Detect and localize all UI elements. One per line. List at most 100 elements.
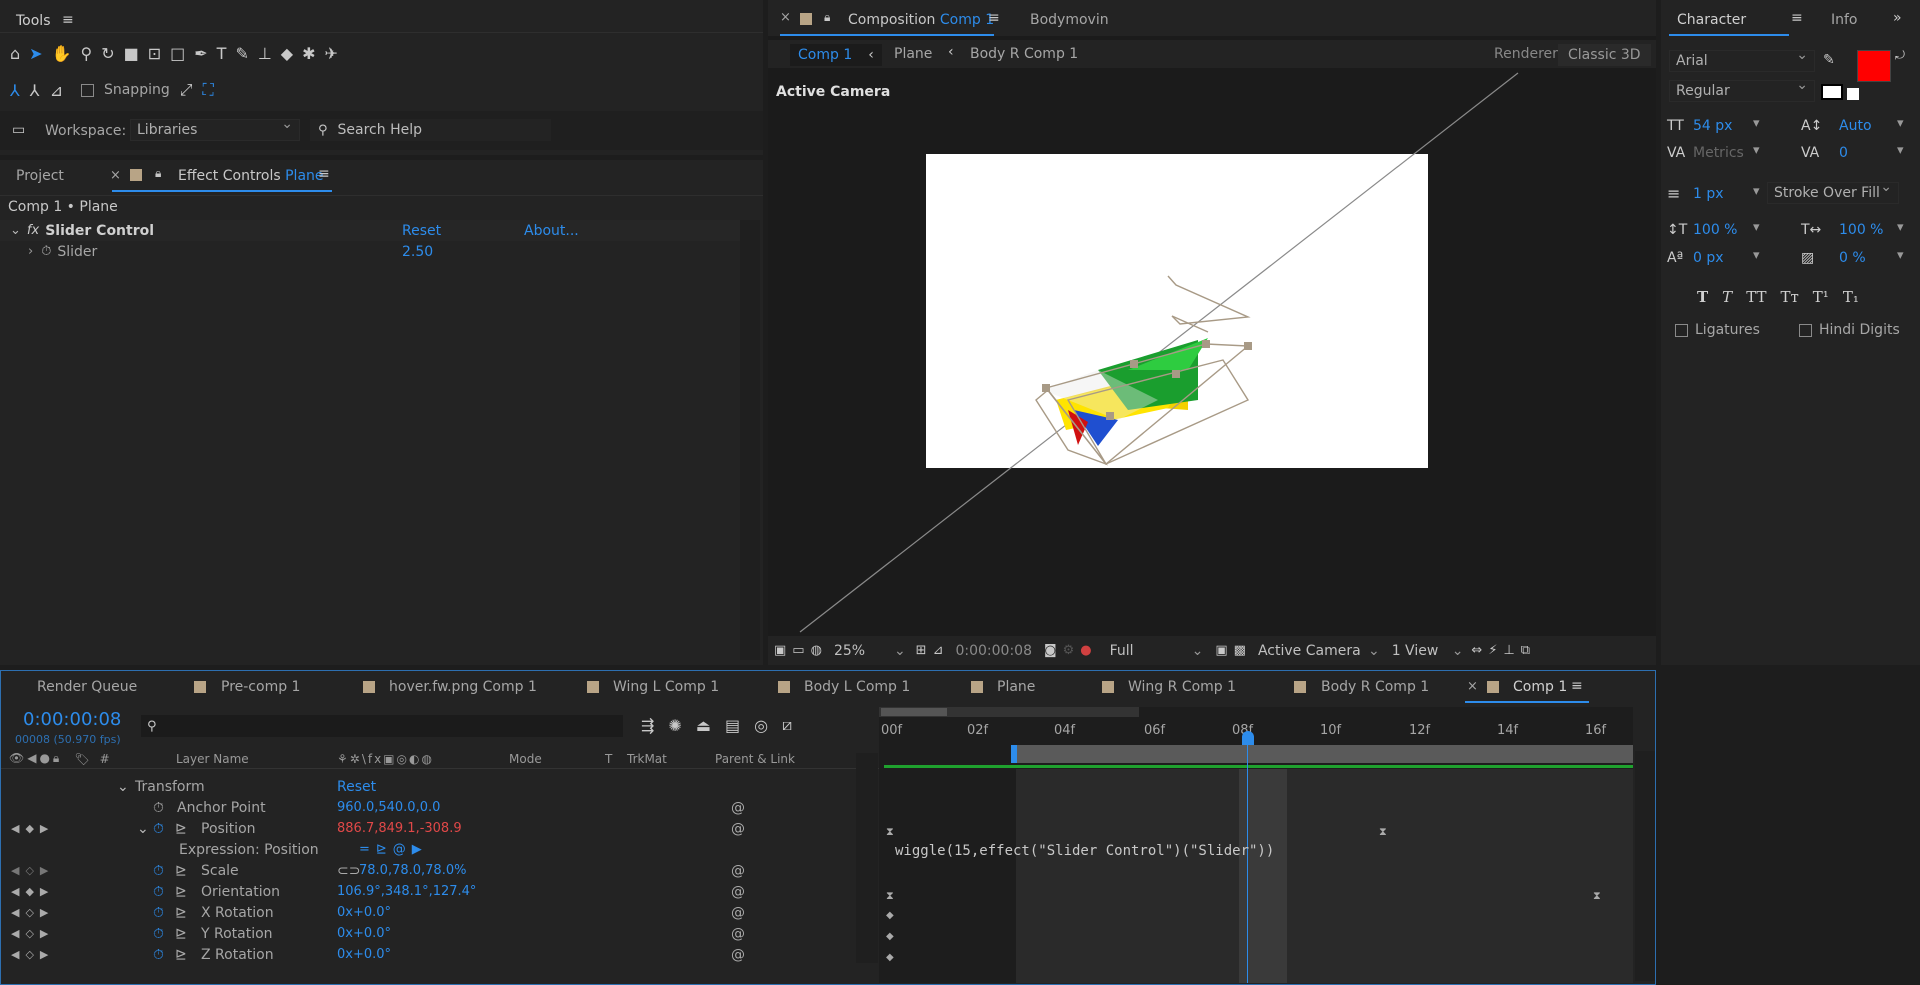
prop-value[interactable]: 78.0,78.0,78.0% xyxy=(359,863,466,878)
col-trkmat[interactable]: TrkMat xyxy=(627,752,667,766)
lock-icon[interactable]: 🔒︎ xyxy=(155,166,161,181)
tab-project[interactable]: Project xyxy=(16,168,64,184)
comp-viewer[interactable] xyxy=(768,70,1656,636)
keyframe-icon[interactable]: ⧗ xyxy=(1379,825,1387,839)
pickwhip-icon[interactable]: @ xyxy=(731,863,745,879)
stopwatch-icon[interactable]: ⏱ xyxy=(153,800,164,816)
keyframe-icon[interactable]: ◆ xyxy=(886,931,894,942)
tab-wing-l[interactable]: Wing L Comp 1 xyxy=(613,671,719,703)
link-icon[interactable]: ⊂⊃ xyxy=(337,863,360,879)
eyedropper-icon[interactable]: ✎ xyxy=(1823,52,1835,68)
time-ruler[interactable]: 00f 02f 04f 06f 08f 10f 12f 14f 16f xyxy=(879,719,1633,741)
camera-tool-icon[interactable]: ■ xyxy=(124,44,139,63)
font-family-dropdown[interactable]: Arial xyxy=(1669,47,1815,72)
graph-icon[interactable]: ⊵ xyxy=(175,884,187,900)
rectangle-tool-icon[interactable]: □ xyxy=(170,44,185,63)
keyframe-nav[interactable]: ◀◇▶ xyxy=(11,906,54,919)
mask-icon[interactable]: ◍ xyxy=(811,643,822,658)
close-icon[interactable]: × xyxy=(780,10,791,25)
keyframe-icon[interactable]: ⧗ xyxy=(886,825,894,839)
collapse-arrow-icon[interactable]: › xyxy=(28,244,33,259)
stopwatch-icon[interactable]: ⏱ xyxy=(153,863,164,879)
faux-bold-button[interactable]: T xyxy=(1697,288,1708,306)
expand-arrow-icon[interactable]: ⌄ xyxy=(10,223,21,238)
local-axis-icon[interactable]: ⅄ xyxy=(10,81,20,100)
keyframe-icon[interactable]: ⧗ xyxy=(886,889,894,903)
playhead-line[interactable] xyxy=(1247,743,1248,983)
close-icon[interactable]: × xyxy=(110,168,121,183)
pickwhip-icon[interactable]: @ xyxy=(731,821,745,837)
leading-value[interactable]: Auto xyxy=(1839,118,1872,134)
about-link[interactable]: About... xyxy=(524,223,579,239)
pickwhip-icon[interactable]: @ xyxy=(731,947,745,963)
workspace-dropdown[interactable]: Libraries xyxy=(130,116,300,141)
stroke-width-value[interactable]: 1 px xyxy=(1693,186,1724,202)
show-snapshot-icon[interactable]: ⚙ xyxy=(1063,643,1075,658)
prop-value[interactable]: 0x+0.0° xyxy=(337,905,391,920)
panel-menu-icon[interactable]: ≡ xyxy=(318,166,330,182)
keyframe-nav[interactable]: ◀◆▶ xyxy=(11,885,54,898)
crumb-body-r[interactable]: Body R Comp 1 xyxy=(970,46,1078,62)
tracking-value[interactable]: 0 xyxy=(1839,145,1848,161)
monitor-icon[interactable]: ▭ xyxy=(792,643,804,658)
snap-options-icon[interactable]: ⤢ xyxy=(180,80,193,100)
time-graph[interactable]: 00f 02f 04f 06f 08f 10f 12f 14f 16f ⧗ ⧗ … xyxy=(879,707,1633,983)
subscript-button[interactable]: T₁ xyxy=(1843,288,1859,306)
pickwhip-icon[interactable]: @ xyxy=(731,884,745,900)
stopwatch-icon[interactable]: ⏱ xyxy=(153,926,164,942)
kerning-value[interactable]: Metrics xyxy=(1693,145,1744,161)
ligatures-checkbox[interactable] xyxy=(1675,324,1688,337)
tab-body-l[interactable]: Body L Comp 1 xyxy=(804,671,910,703)
zoom-dropdown[interactable]: 25% xyxy=(834,643,894,659)
graph-icon[interactable]: ⊵ xyxy=(175,947,187,963)
prop-value[interactable]: 960.0,540.0,0.0 xyxy=(337,800,440,815)
panel-menu-icon[interactable]: ≡ xyxy=(62,12,74,28)
transparency-grid-icon[interactable]: ▩ xyxy=(1234,643,1246,658)
graph-icon[interactable]: ⊵ xyxy=(175,863,187,879)
graph-editor-icon[interactable]: ⧄ xyxy=(782,715,792,735)
hindi-digits-checkbox[interactable] xyxy=(1799,324,1812,337)
lock-icon[interactable]: 🔒︎ xyxy=(824,10,830,25)
tab-wing-r[interactable]: Wing R Comp 1 xyxy=(1128,671,1236,703)
keyframe-icon[interactable]: ⧗ xyxy=(1593,889,1601,903)
zoom-tool-icon[interactable]: ⚲ xyxy=(80,44,92,63)
panel-menu-icon[interactable]: ≡ xyxy=(1571,678,1583,694)
draft-3d-icon[interactable]: ✺ xyxy=(668,715,681,735)
horizontal-scale-value[interactable]: 100 % xyxy=(1839,222,1883,238)
keyframe-nav[interactable]: ◀◆▶ xyxy=(11,822,54,835)
slider-value[interactable]: 2.50 xyxy=(402,244,433,260)
comp-flowchart-icon[interactable]: ⇶ xyxy=(641,715,654,735)
pan-behind-icon[interactable]: ⊡ xyxy=(148,44,161,63)
none-fill-swatch[interactable] xyxy=(1821,84,1843,100)
tab-comp1[interactable]: Comp 1 xyxy=(1513,671,1567,703)
reset-link[interactable]: Reset xyxy=(402,223,441,239)
prop-value[interactable]: 106.9°,348.1°,127.4° xyxy=(337,884,476,899)
stroke-swatch[interactable] xyxy=(1847,88,1859,100)
home-icon[interactable]: ⌂ xyxy=(10,44,20,63)
faux-italic-button[interactable]: T xyxy=(1722,288,1732,306)
stroke-mode-dropdown[interactable]: Stroke Over Fill xyxy=(1767,179,1899,204)
stopwatch-icon[interactable]: ⏱ xyxy=(153,905,164,921)
timeline-icon[interactable]: ⊥ xyxy=(1503,643,1514,658)
tab-character[interactable]: Character xyxy=(1677,12,1746,28)
prop-value[interactable]: 886.7,849.1,-308.9 xyxy=(337,821,462,836)
eraser-tool-icon[interactable]: ◆ xyxy=(281,44,293,63)
tab-composition[interactable]: Composition Comp 1 xyxy=(848,12,994,28)
tab-hover-comp[interactable]: hover.fw.png Comp 1 xyxy=(389,671,537,703)
view-layout-dropdown[interactable]: 1 View xyxy=(1392,643,1452,659)
layer-scrollbar[interactable] xyxy=(856,753,878,963)
close-icon[interactable]: × xyxy=(1467,679,1478,694)
panel-menu-icon[interactable]: ≡ xyxy=(1791,10,1803,26)
crumb-plane[interactable]: Plane xyxy=(894,46,932,62)
snapping-checkbox[interactable] xyxy=(80,83,94,97)
tab-effect-controls[interactable]: Effect Controls Plane xyxy=(178,168,324,184)
vertical-scale-value[interactable]: 100 % xyxy=(1693,222,1737,238)
rotate-tool-icon[interactable]: ↻ xyxy=(101,44,114,63)
prop-value[interactable]: 0x+0.0° xyxy=(337,947,391,962)
graph-icon[interactable]: ⊵ xyxy=(175,905,187,921)
nav-handle[interactable] xyxy=(881,708,947,716)
graph-icon[interactable]: ⊵ xyxy=(175,926,187,942)
shy-layers-icon[interactable]: ⏏ xyxy=(696,715,711,735)
roto-brush-icon[interactable]: ✱ xyxy=(302,44,315,63)
clone-stamp-icon[interactable]: ⊥ xyxy=(258,44,272,63)
